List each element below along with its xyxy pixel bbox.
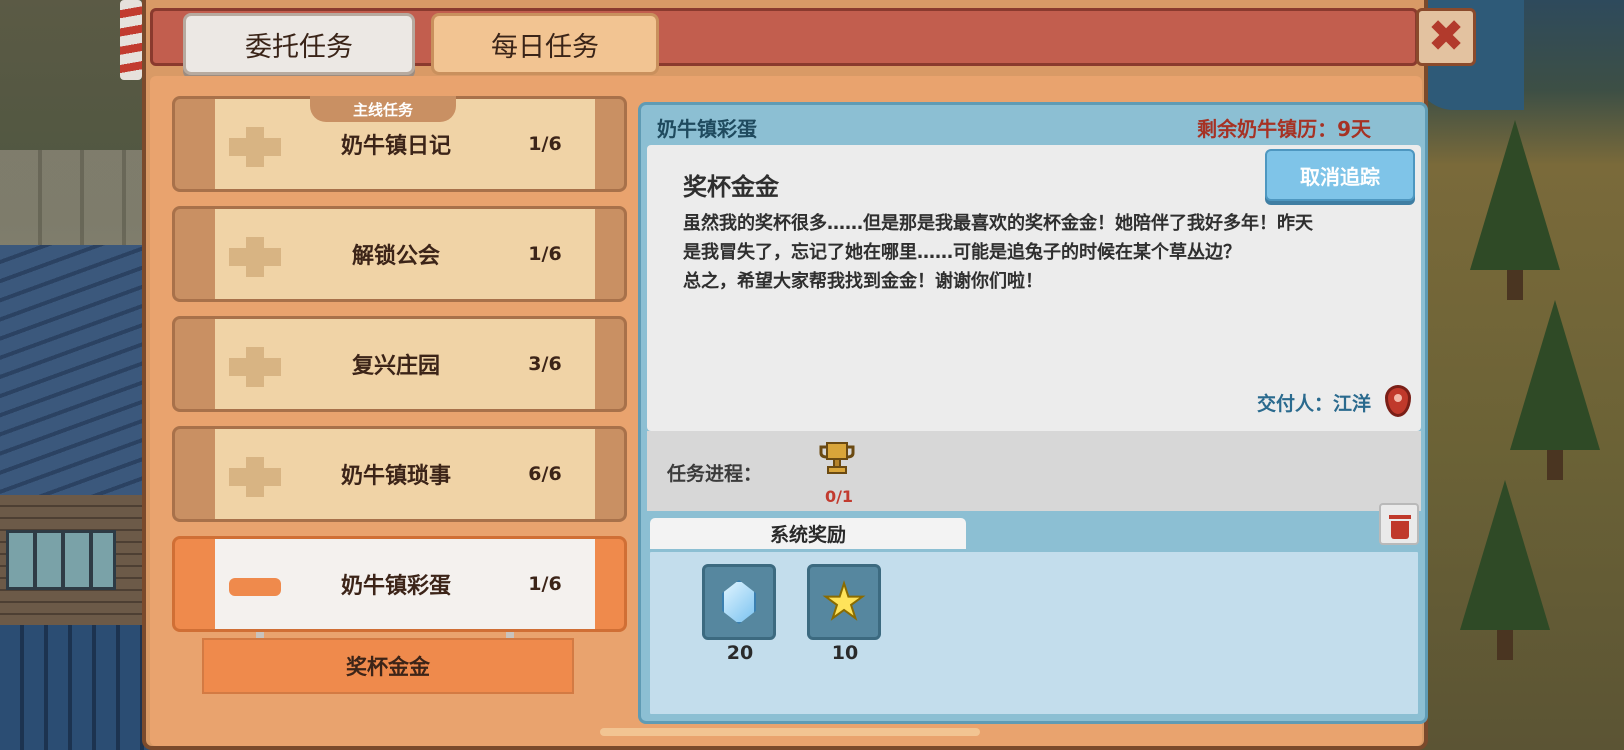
quest-name: 奶牛镇琐事	[340, 464, 451, 489]
stone-wall	[0, 150, 160, 250]
pine-tree	[1470, 120, 1560, 300]
quest-progress-row: 任务进程： 0/1	[647, 431, 1421, 511]
pine-tree	[1460, 480, 1550, 660]
rewards-area: 20 ★ 10	[647, 549, 1421, 717]
quest-title: 奖杯金金	[683, 173, 779, 201]
quest-name: 解锁公会	[351, 244, 440, 269]
quest-description-box: 取消追踪 奖杯金金 虽然我的奖杯很多……但是那是我最喜欢的奖杯金金！她陪伴了我好…	[647, 145, 1421, 431]
location-pin-icon[interactable]	[1385, 385, 1411, 417]
quest-item-easter-egg[interactable]: 奶牛镇彩蛋 1/6	[172, 536, 627, 632]
quest-name: 奶牛镇彩蛋	[340, 574, 451, 599]
collapse-icon	[229, 567, 281, 607]
house-window	[6, 530, 116, 590]
reward-quantity: 10	[831, 642, 859, 664]
star-icon: ★	[821, 574, 866, 630]
reward-diamond[interactable]: 20	[702, 564, 778, 664]
days-remaining: 剩余奶牛镇历：9天	[1197, 117, 1371, 141]
scroll-indicator	[600, 728, 980, 736]
quest-progress: 1/6	[528, 573, 562, 595]
expand-icon	[229, 237, 281, 277]
quest-list[interactable]: 主线任务 奶牛镇日记 1/6 解锁公会 1/6 复兴庄园 3/6 奶牛镇琐事 6…	[172, 96, 627, 736]
barber-pole	[120, 0, 142, 80]
untrack-button[interactable]: 取消追踪	[1265, 149, 1415, 201]
quest-item-guild[interactable]: 解锁公会 1/6	[172, 206, 627, 302]
expand-icon	[229, 457, 281, 497]
expand-icon	[229, 127, 281, 167]
abandon-quest-button[interactable]	[1379, 503, 1419, 545]
quest-progress: 6/6	[528, 463, 562, 485]
quest-description: 虽然我的奖杯很多……但是那是我最喜欢的奖杯金金！她陪伴了我好多年！昨天 是我冒失…	[683, 213, 1313, 292]
quest-progress: 1/6	[528, 243, 562, 265]
tab-daily[interactable]: 每日任务	[431, 13, 659, 75]
pine-tree	[1510, 300, 1600, 480]
reward-quantity: 20	[726, 642, 754, 664]
tab-system-rewards[interactable]: 系统奖励	[647, 515, 969, 549]
expand-icon	[229, 347, 281, 387]
trash-icon	[1389, 515, 1411, 519]
tab-commission[interactable]: 委托任务	[183, 13, 415, 75]
category-tag: 主线任务	[310, 96, 456, 122]
quest-giver: 交付人：江洋	[1256, 393, 1371, 415]
quest-item-chores[interactable]: 奶牛镇琐事 6/6	[172, 426, 627, 522]
trophy-icon	[819, 442, 855, 474]
quest-name: 复兴庄园	[351, 354, 440, 379]
progress-count: 0/1	[824, 487, 854, 506]
quest-detail-panel: 奶牛镇彩蛋 剩余奶牛镇历：9天 取消追踪 奖杯金金 虽然我的奖杯很多……但是那是…	[638, 102, 1428, 724]
close-button[interactable]: ✖	[1416, 8, 1476, 66]
quest-line-title: 奶牛镇彩蛋	[657, 117, 757, 141]
progress-label: 任务进程：	[667, 463, 763, 485]
blue-roof	[0, 245, 160, 495]
diamond-icon	[722, 580, 756, 624]
quest-item-manor[interactable]: 复兴庄园 3/6	[172, 316, 627, 412]
quest-progress: 3/6	[528, 353, 562, 375]
roof-tiles	[0, 625, 160, 750]
reward-star[interactable]: ★ 10	[807, 564, 883, 664]
subquest-trophy[interactable]: 奖杯金金	[202, 638, 574, 694]
quest-progress: 1/6	[528, 133, 562, 155]
